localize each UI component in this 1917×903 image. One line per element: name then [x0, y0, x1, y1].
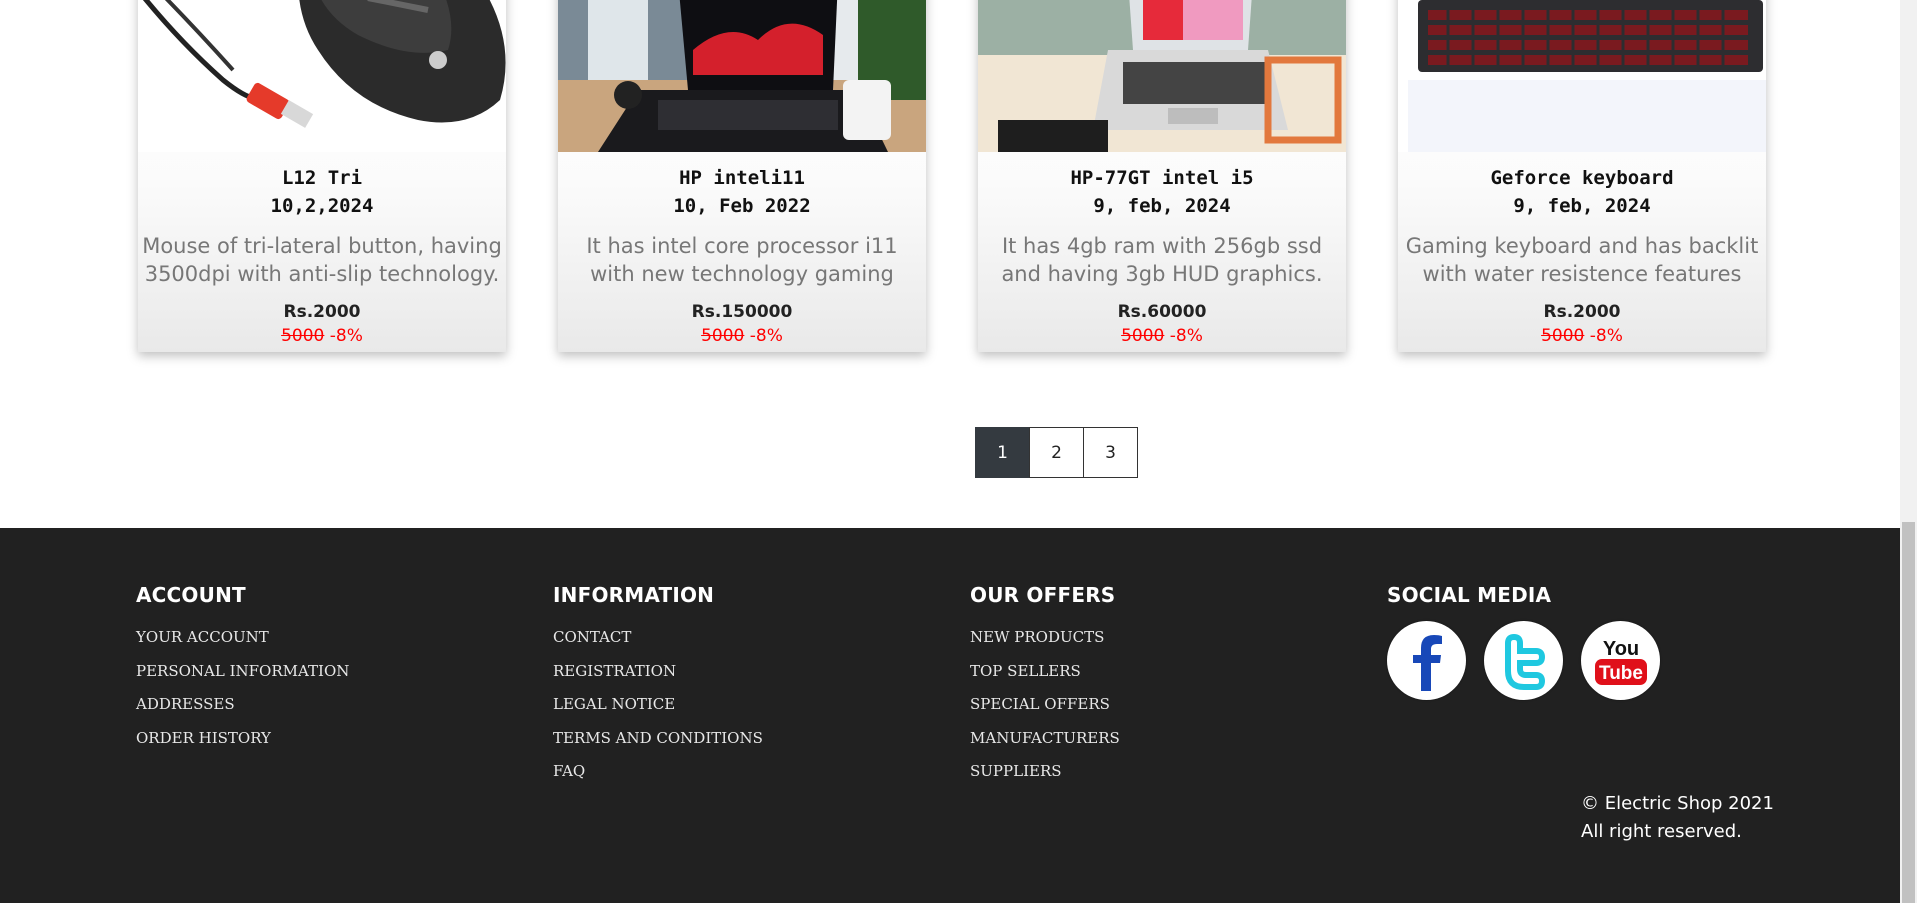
footer-link-special-offers[interactable]: SPECIAL OFFERS: [970, 688, 1120, 722]
footer-link-manufacturers[interactable]: MANUFACTURERS: [970, 722, 1120, 756]
product-card[interactable]: L12 Tri 10,2,2024 Mouse of tri-lateral b…: [138, 0, 506, 352]
product-description: It has 4gb ram with 256gb ssd and having…: [1001, 234, 1323, 286]
footer-link-your-account[interactable]: YOUR ACCOUNT: [136, 621, 349, 655]
product-old-price-row: 5000 -8%: [138, 324, 506, 352]
product-name[interactable]: HP-77GT intel i5: [978, 164, 1346, 192]
facebook-icon[interactable]: [1387, 621, 1466, 700]
youtube-you-text: You: [1602, 638, 1638, 660]
product-price: Rs.150000: [691, 302, 793, 322]
footer-information-title: INFORMATION: [553, 583, 715, 607]
old-price: 5000: [1121, 326, 1165, 346]
page: L12 Tri 10,2,2024 Mouse of tri-lateral b…: [0, 0, 1917, 903]
social-icons: You Tube: [1387, 621, 1660, 700]
discount-badge: -8%: [749, 326, 783, 346]
youtube-icon[interactable]: You Tube: [1581, 621, 1660, 700]
twitter-icon[interactable]: [1484, 621, 1563, 700]
old-price: 5000: [1541, 326, 1585, 346]
product-old-price-row: 5000 -8%: [558, 324, 926, 352]
product-card[interactable]: HP-77GT intel i5 9, feb, 2024 It has 4gb…: [978, 0, 1346, 352]
footer-link-addresses[interactable]: ADDRESSES: [136, 688, 349, 722]
product-description: It has intel core processor i11 with new…: [586, 234, 898, 286]
gaming-keyboard-image[interactable]: [1398, 0, 1766, 152]
footer-account-column: ACCOUNT YOUR ACCOUNT PERSONAL INFORMATIO…: [136, 583, 349, 755]
pagination: 1 2 3: [975, 427, 1138, 478]
old-price: 5000: [701, 326, 745, 346]
footer-social-column: SOCIAL MEDIA You Tube: [1387, 583, 1660, 700]
scrollbar-thumb[interactable]: [1902, 522, 1915, 903]
footer-offers-column: OUR OFFERS NEW PRODUCTS TOP SELLERS SPEC…: [970, 583, 1120, 789]
product-name[interactable]: L12 Tri: [138, 164, 506, 192]
footer-offers-title: OUR OFFERS: [970, 583, 1116, 607]
footer-link-new-products[interactable]: NEW PRODUCTS: [970, 621, 1120, 655]
page-1-button[interactable]: 1: [975, 427, 1030, 478]
old-price: 5000: [281, 326, 325, 346]
footer-link-faq[interactable]: FAQ: [553, 755, 763, 789]
product-old-price-row: 5000 -8%: [1398, 324, 1766, 352]
product-description: Gaming keyboard and has backlit with wat…: [1405, 234, 1759, 286]
youtube-tube-text: Tube: [1599, 663, 1643, 684]
footer-social-title: SOCIAL MEDIA: [1387, 583, 1552, 607]
product-date: 10, Feb 2022: [673, 195, 811, 217]
product-price: Rs.60000: [1117, 302, 1207, 322]
product-date: 10,2,2024: [270, 195, 374, 217]
footer-link-top-sellers[interactable]: TOP SELLERS: [970, 655, 1120, 689]
product-description: Mouse of tri-lateral button, having 3500…: [142, 234, 502, 286]
footer-link-contact[interactable]: CONTACT: [553, 621, 763, 655]
product-section: L12 Tri 10,2,2024 Mouse of tri-lateral b…: [0, 0, 1900, 528]
laptop-on-desk-image[interactable]: [558, 0, 926, 152]
copyright-line-1: © Electric Shop 2021: [1581, 793, 1774, 814]
product-name[interactable]: Geforce keyboard: [1398, 164, 1766, 192]
vertical-scrollbar[interactable]: [1900, 0, 1917, 903]
discount-badge: -8%: [329, 326, 363, 346]
footer-link-terms[interactable]: TERMS AND CONDITIONS: [553, 722, 763, 756]
footer-information-column: INFORMATION CONTACT REGISTRATION LEGAL N…: [553, 583, 763, 789]
product-price: Rs.2000: [283, 302, 361, 322]
product-date: 9, feb, 2024: [1513, 195, 1651, 217]
discount-badge: -8%: [1169, 326, 1203, 346]
product-card[interactable]: Geforce keyboard 9, feb, 2024 Gaming key…: [1398, 0, 1766, 352]
footer: ACCOUNT YOUR ACCOUNT PERSONAL INFORMATIO…: [0, 528, 1900, 903]
page-2-button[interactable]: 2: [1029, 427, 1084, 478]
product-name[interactable]: HP inteli11: [558, 164, 926, 192]
footer-account-title: ACCOUNT: [136, 583, 246, 607]
page-3-button[interactable]: 3: [1083, 427, 1138, 478]
discount-badge: -8%: [1589, 326, 1623, 346]
copyright: © Electric Shop 2021 All right reserved.: [1581, 790, 1774, 846]
footer-link-legal-notice[interactable]: LEGAL NOTICE: [553, 688, 763, 722]
product-card[interactable]: HP inteli11 10, Feb 2022 It has intel co…: [558, 0, 926, 352]
footer-link-personal-information[interactable]: PERSONAL INFORMATION: [136, 655, 349, 689]
footer-link-order-history[interactable]: ORDER HISTORY: [136, 722, 349, 756]
footer-link-registration[interactable]: REGISTRATION: [553, 655, 763, 689]
product-price: Rs.2000: [1543, 302, 1621, 322]
product-old-price-row: 5000 -8%: [978, 324, 1346, 352]
silver-laptop-image[interactable]: [978, 0, 1346, 152]
footer-link-suppliers[interactable]: SUPPLIERS: [970, 755, 1120, 789]
gaming-mouse-image[interactable]: [138, 0, 506, 152]
copyright-line-2: All right reserved.: [1581, 821, 1742, 842]
product-date: 9, feb, 2024: [1093, 195, 1231, 217]
product-grid: L12 Tri 10,2,2024 Mouse of tri-lateral b…: [138, 0, 1768, 370]
